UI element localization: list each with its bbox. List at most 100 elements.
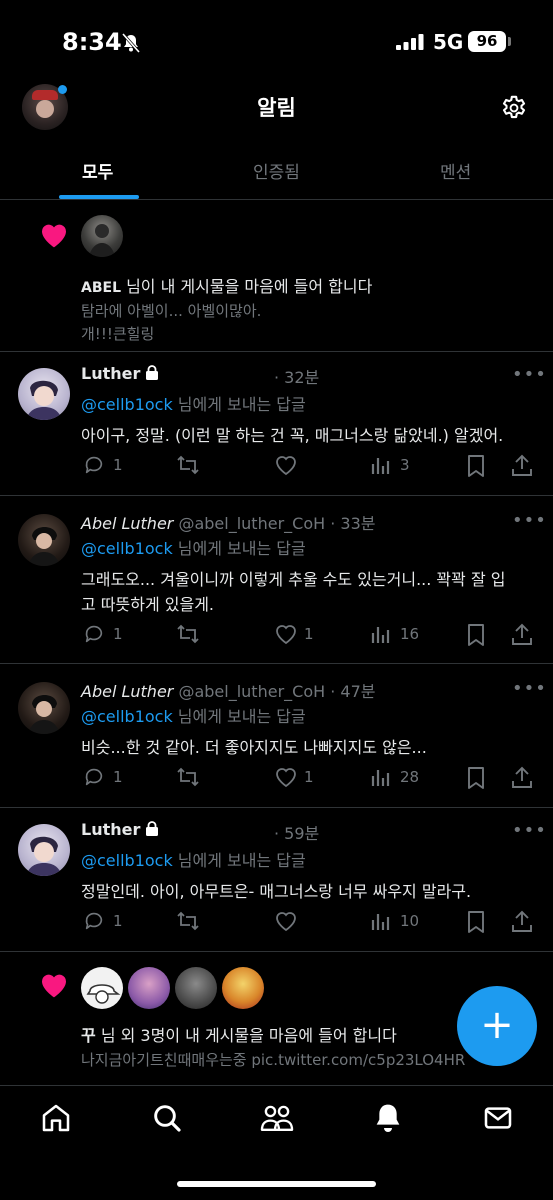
views-icon: [371, 627, 390, 643]
liker-name[interactable]: 꾸: [81, 1026, 96, 1045]
battery-tip: [508, 37, 511, 46]
bookmark-icon: [468, 624, 484, 646]
avatar[interactable]: [18, 514, 70, 566]
tab-mentions[interactable]: 멘션: [440, 158, 471, 183]
avatar[interactable]: [18, 368, 70, 420]
heart-icon: [38, 969, 70, 1003]
post-preview-line: 나지금아기트친때매우는중 pic.twitter.com/c5p23LO4HR: [81, 1051, 466, 1069]
tweet-time: · 33분: [330, 514, 376, 533]
like-icon: [276, 456, 296, 476]
reply-tweet[interactable]: Abel Luther @abel_luther_CoH · 47분 ••• @…: [0, 664, 553, 808]
notifications-icon[interactable]: [372, 1102, 404, 1138]
communities-icon[interactable]: [260, 1102, 294, 1138]
more-icon[interactable]: •••: [512, 510, 547, 531]
like-icon: [276, 912, 296, 932]
reply-count: 1: [113, 625, 123, 643]
tweet-text: 그래도오... 겨울이니까 이렇게 추울 수도 있는거니... 꽉꽉 잘 입: [81, 570, 506, 589]
network-type: 5G: [433, 30, 464, 54]
reply-mention[interactable]: @cellb1ock: [81, 395, 173, 414]
author-name[interactable]: Abel Luther: [81, 514, 173, 533]
avatar[interactable]: [81, 967, 123, 1009]
reply-icon: [85, 456, 103, 474]
bookmark-icon: [468, 455, 484, 477]
like-icon: [276, 768, 296, 788]
avatar[interactable]: [222, 967, 264, 1009]
reply-icon: [85, 912, 103, 930]
home-icon[interactable]: [40, 1102, 72, 1138]
bell-slash-icon: [120, 32, 142, 58]
retweet-icon: [177, 911, 199, 931]
tweet-time: · 47분: [330, 682, 376, 701]
view-count: 3: [400, 456, 410, 474]
tweet-text: 비슷...한 것 같아. 더 좋아지지도 나빠지지도 않은...: [81, 738, 427, 757]
search-icon[interactable]: [151, 1102, 183, 1138]
reply-icon: [85, 625, 103, 643]
reply-tweet[interactable]: Luther · 32분 ••• @cellb1ock 님에게 보내는 답글 아…: [0, 352, 553, 496]
page-title: 알림: [257, 96, 296, 120]
views-icon: [371, 458, 390, 474]
reply-count: 1: [113, 768, 123, 786]
notification-tabs: 모두 인증됨 멘션: [0, 148, 553, 200]
avatar[interactable]: [81, 215, 123, 257]
retweet-icon: [177, 455, 199, 475]
tweet-time: · 32분: [274, 368, 320, 387]
reply-context: 님에게 보내는 답글: [172, 851, 306, 870]
like-count: 1: [304, 768, 314, 786]
avatar[interactable]: [18, 682, 70, 734]
share-icon: [512, 910, 532, 932]
more-icon[interactable]: •••: [512, 678, 547, 699]
reply-context: 님에게 보내는 답글: [172, 539, 306, 558]
author-handle[interactable]: @abel_luther_CoH: [178, 682, 325, 701]
more-icon[interactable]: •••: [512, 820, 547, 841]
more-icon[interactable]: •••: [512, 364, 547, 385]
lock-icon: [145, 365, 159, 384]
reply-mention[interactable]: @cellb1ock: [81, 707, 173, 726]
like-notification[interactable]: ABEL 님이 내 게시물을 마음에 들어 합니다 탐라에 아벨이... 아벨이…: [0, 201, 553, 352]
tweet-text: 아이구, 정말. (이런 말 하는 건 꼭, 매그너스랑 닮았네.) 알겠어.: [81, 426, 504, 445]
lock-icon: [145, 821, 159, 840]
reply-context: 님에게 보내는 답글: [172, 395, 306, 414]
like-icon: [276, 625, 296, 645]
avatar[interactable]: [18, 824, 70, 876]
reply-tweet[interactable]: Luther · 59분 ••• @cellb1ock 님에게 보내는 답글 정…: [0, 808, 553, 952]
gear-icon[interactable]: [499, 93, 529, 127]
notification-text: 님 외 3명이 내 게시물을 마음에 들어 합니다: [95, 1026, 397, 1045]
liker-name[interactable]: ABEL: [81, 280, 121, 296]
views-icon: [371, 770, 390, 786]
messages-icon[interactable]: [482, 1102, 514, 1138]
view-count: 16: [400, 625, 420, 643]
avatar[interactable]: [128, 967, 170, 1009]
compose-button[interactable]: +: [457, 986, 537, 1066]
tweet-time: · 59분: [274, 824, 320, 843]
bookmark-icon: [468, 767, 484, 789]
share-icon: [512, 454, 532, 476]
reply-tweet[interactable]: Abel Luther @abel_luther_CoH · 33분 ••• @…: [0, 496, 553, 664]
post-preview-line: 개!!!큰힐링: [81, 325, 155, 343]
author-handle[interactable]: @abel_luther_CoH: [178, 514, 325, 533]
reply-mention[interactable]: @cellb1ock: [81, 539, 173, 558]
tweet-text: 고 따뜻하게 있을게.: [81, 595, 215, 614]
status-bar: 8:34 5G 96: [0, 0, 553, 80]
tab-verified[interactable]: 인증됨: [253, 158, 300, 183]
view-count: 10: [400, 912, 420, 930]
bookmark-icon: [468, 911, 484, 933]
author-name[interactable]: Luther: [81, 364, 140, 383]
tab-all[interactable]: 모두: [82, 158, 113, 183]
reply-icon: [85, 768, 103, 786]
view-count: 28: [400, 768, 420, 786]
reply-count: 1: [113, 912, 123, 930]
signal-icon: [396, 34, 426, 54]
author-name[interactable]: Abel Luther: [81, 682, 173, 701]
plus-icon: +: [480, 1002, 514, 1048]
reply-mention[interactable]: @cellb1ock: [81, 851, 173, 870]
tweet-text: 정말인데. 아이, 아무트은- 매그너스랑 너무 싸우지 말라구.: [81, 882, 472, 901]
reply-count: 1: [113, 456, 123, 474]
home-indicator: [177, 1181, 376, 1187]
author-name[interactable]: Luther: [81, 820, 140, 839]
post-preview-line: 탐라에 아벨이... 아벨이많아.: [81, 302, 262, 320]
notification-text: 님이 내 게시물을 마음에 들어 합니다: [121, 277, 373, 296]
battery-level: 96: [468, 31, 506, 52]
avatar[interactable]: [175, 967, 217, 1009]
active-tab-indicator: [59, 195, 139, 199]
views-icon: [371, 914, 390, 930]
